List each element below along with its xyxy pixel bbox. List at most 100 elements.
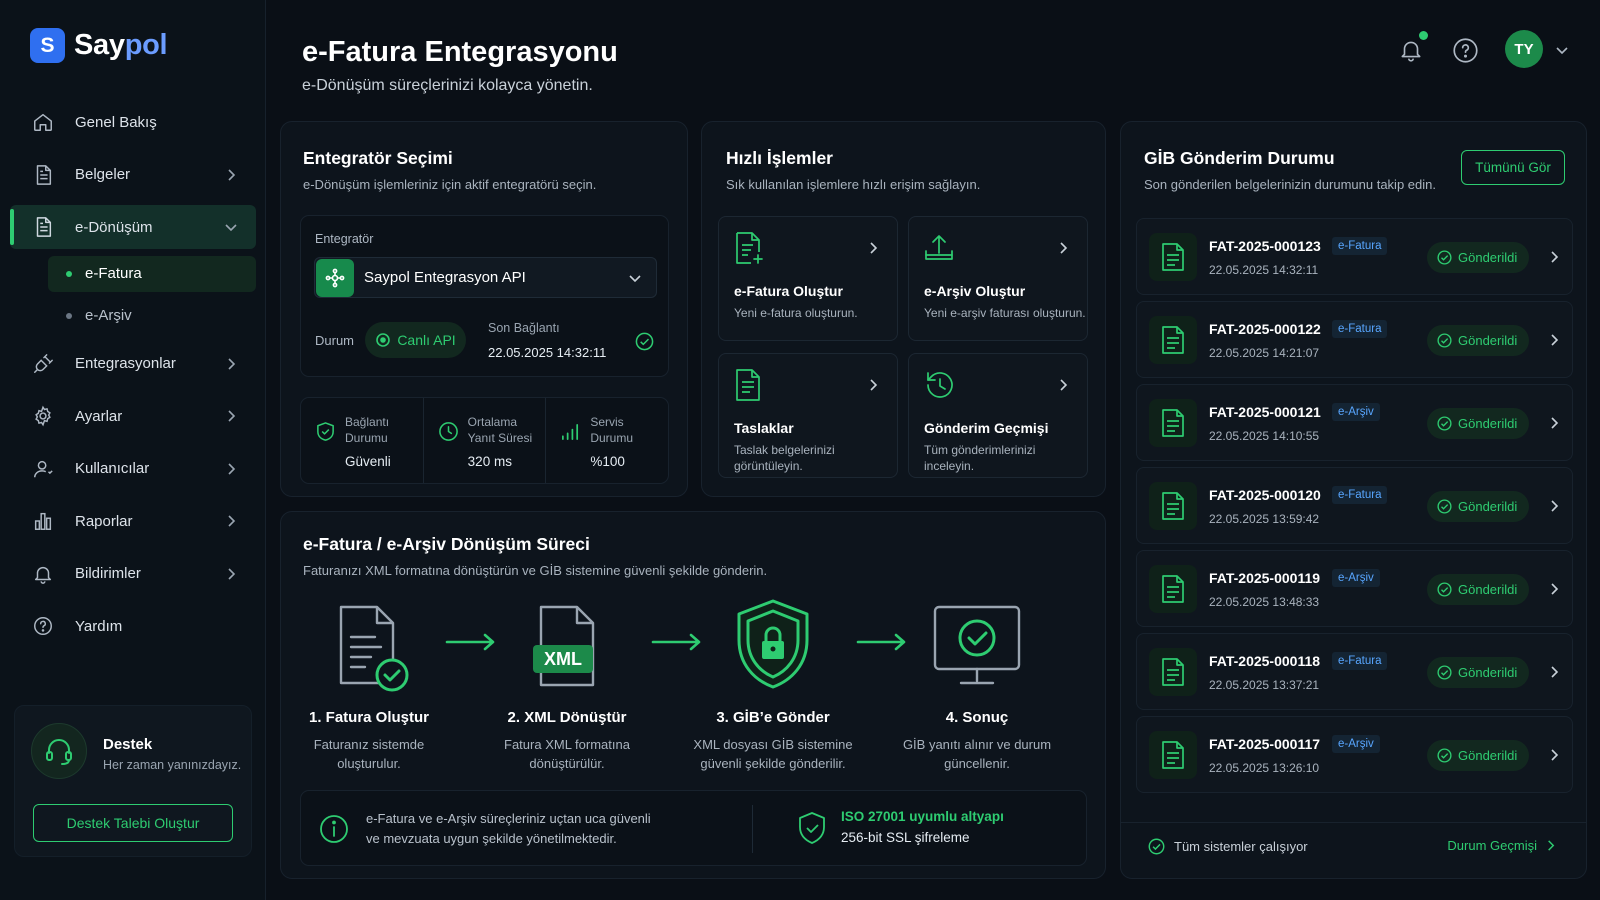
- gib-document-row[interactable]: FAT-2025-000123 e-Fatura 22.05.2025 14:32:…: [1136, 218, 1573, 295]
- gib-status-title: GİB Gönderim Durumu: [1144, 148, 1335, 168]
- sidebar: S Saypol Genel Bakış Belgeler e-Dönüşüm …: [0, 0, 266, 900]
- invoice-document-icon: [1149, 482, 1197, 530]
- status-badge: Gönderildi: [1427, 325, 1530, 356]
- process-step-subtitle: GİB yanıtı alınır ve durum güncellenir.: [882, 735, 1072, 773]
- user-avatar[interactable]: TY: [1505, 30, 1543, 68]
- integrator-select[interactable]: Saypol Entegrasyon API: [314, 257, 657, 298]
- status-badge: Gönderildi: [1427, 574, 1530, 605]
- ssl-label: 256-bit SSL şifreleme: [841, 830, 970, 845]
- clock-icon: [438, 422, 458, 441]
- sidebar-item-entegrasyonlar[interactable]: Entegrasyonlar: [10, 342, 256, 386]
- last-connection-value: 22.05.2025 14:32:11: [488, 345, 607, 360]
- chevron-right-icon: [1551, 500, 1559, 512]
- document-date: 22.05.2025 13:59:42: [1209, 512, 1320, 526]
- gear-icon: [35, 405, 51, 427]
- gib-document-row[interactable]: FAT-2025-000121 e-Arşiv 22.05.2025 14:10:5…: [1136, 384, 1573, 461]
- brand-logo[interactable]: S Saypol: [30, 28, 168, 63]
- quick-action-e-fatura-olustur[interactable]: e-Fatura Oluştur Yeni e-fatura oluşturun…: [718, 216, 898, 341]
- gib-document-row[interactable]: FAT-2025-000118 e-Fatura 22.05.2025 13:37:…: [1136, 633, 1573, 710]
- check-circle-icon: [1437, 333, 1452, 348]
- document-add-icon: [736, 232, 763, 264]
- quick-action-title: e-Arşiv Oluştur: [924, 283, 1026, 299]
- document-icon: [36, 164, 52, 185]
- quick-action-e-arsiv-olustur[interactable]: e-Arşiv Oluştur Yeni e-arşiv faturası ol…: [908, 216, 1088, 341]
- process-step-1: 1. Fatura Oluştur Faturanız sistemde oluş…: [274, 597, 464, 773]
- quick-action-subtitle: Tüm gönderimlerinizi inceleyin.: [924, 443, 1036, 473]
- sidebar-item-label: Genel Bakış: [75, 113, 157, 131]
- gib-document-row[interactable]: FAT-2025-000117 e-Arşiv 22.05.2025 13:26:1…: [1136, 716, 1573, 793]
- page-title: e-Fatura Entegrasyonu: [302, 36, 618, 68]
- help-button[interactable]: [1452, 37, 1479, 64]
- process-info-text: e-Fatura ve e-Arşiv süreçleriniz uçtan u…: [366, 809, 696, 849]
- chevron-right-icon: [228, 567, 236, 580]
- sidebar-item-label: Raporlar: [75, 512, 133, 530]
- check-circle-icon: [1437, 582, 1452, 597]
- sidebar-item-label: Ayarlar: [75, 407, 123, 425]
- signal-bars-icon: [562, 423, 579, 440]
- chevron-right-icon: [870, 242, 878, 254]
- stat-label-line1: Ortalama: [467, 415, 518, 429]
- process-info-line2: ve mevzuata uygun şekilde yönetilmektedi…: [366, 831, 617, 846]
- gib-status-subtitle: Son gönderilen belgelerinizin durumunu t…: [1144, 177, 1436, 192]
- process-step-line2: dönüştürülür.: [529, 756, 605, 771]
- sidebar-item-kullanicilar[interactable]: Kullanıcılar: [10, 447, 256, 491]
- process-info-line1: e-Fatura ve e-Arşiv süreçleriniz uçtan u…: [366, 811, 651, 826]
- document-type-badge: e-Arşiv: [1332, 735, 1380, 753]
- chevron-right-icon: [228, 515, 236, 527]
- stat-label: Bağlantı Durumu: [345, 414, 389, 446]
- document-type-badge: e-Arşiv: [1332, 569, 1380, 587]
- invoice-check-icon: [319, 597, 419, 697]
- check-circle-icon: [1437, 748, 1452, 763]
- help-icon: [34, 617, 52, 635]
- invoice-document-icon: [1149, 399, 1197, 447]
- quick-action-gonderim-gecmisi[interactable]: Gönderim Geçmişi Tüm gönderimlerinizi in…: [908, 353, 1088, 478]
- status-badge: Gönderildi: [1427, 657, 1530, 688]
- gib-document-row[interactable]: FAT-2025-000122 e-Fatura 22.05.2025 14:21:…: [1136, 301, 1573, 378]
- document-icon: [36, 217, 52, 237]
- invoice-document-icon: [1149, 233, 1197, 281]
- view-all-button[interactable]: Tümünü Gör: [1461, 150, 1565, 185]
- sidebar-item-yardim[interactable]: Yardım: [10, 604, 256, 648]
- logo-text-prefix: Say: [74, 29, 125, 61]
- process-info-panel: e-Fatura ve e-Arşiv süreçleriniz uçtan u…: [300, 790, 1087, 866]
- document-number: FAT-2025-000122: [1209, 321, 1321, 337]
- stat-service: Servis Durumu %100: [545, 398, 668, 483]
- shield-lock-icon: [723, 597, 823, 697]
- process-step-subtitle: XML dosyası GİB sistemine güvenli şekilde…: [678, 735, 868, 773]
- quick-actions-title: Hızlı İşlemler: [726, 148, 833, 168]
- gib-document-row[interactable]: FAT-2025-000120 e-Fatura 22.05.2025 13:59:…: [1136, 467, 1573, 544]
- process-step-subtitle: Faturanız sistemde oluşturulur.: [274, 735, 464, 773]
- process-step-line1: Faturanız sistemde: [313, 737, 425, 752]
- sidebar-subitem-e-arsiv[interactable]: e-Arşiv: [48, 298, 256, 334]
- status-badge-label: Canlı API: [397, 332, 456, 348]
- sidebar-item-bildirimler[interactable]: Bildirimler: [10, 552, 256, 596]
- document-type-badge: e-Fatura: [1332, 652, 1388, 670]
- sidebar-item-e-donusum[interactable]: e-Dönüşüm: [10, 205, 256, 249]
- gib-status-card: GİB Gönderim Durumu Son gönderilen belge…: [1120, 121, 1587, 879]
- notifications-button[interactable]: [1398, 31, 1428, 63]
- gib-document-row[interactable]: FAT-2025-000119 e-Arşiv 22.05.2025 13:48:3…: [1136, 550, 1573, 627]
- create-support-ticket-button[interactable]: Destek Talebi Oluştur: [33, 804, 233, 842]
- sidebar-item-ayarlar[interactable]: Ayarlar: [10, 394, 256, 438]
- sidebar-item-genel-bakis[interactable]: Genel Bakış: [10, 100, 256, 144]
- chevron-right-icon: [870, 379, 878, 391]
- sidebar-item-raporlar[interactable]: Raporlar: [10, 499, 256, 543]
- bell-icon: [34, 566, 52, 584]
- quick-action-subtitle: Taslak belgelerinizi görüntüleyin.: [734, 443, 835, 473]
- document-date: 22.05.2025 13:26:10: [1209, 761, 1320, 775]
- process-step-title: 1. Fatura Oluştur: [308, 709, 430, 726]
- process-step-3: 3. GİB’e Gönder XML dosyası GİB sistemin…: [678, 597, 868, 773]
- sidebar-item-label: e-Dönüşüm: [75, 218, 153, 236]
- status-history-link[interactable]: Durum Geçmişi: [1447, 838, 1556, 853]
- chevron-right-icon: [1551, 251, 1559, 263]
- divider: [1121, 822, 1586, 823]
- sidebar-subitem-e-fatura[interactable]: e-Fatura: [48, 255, 256, 292]
- invoice-document-icon: [1149, 316, 1197, 364]
- quick-action-taslaklar[interactable]: Taslaklar Taslak belgelerinizi görüntüle…: [718, 353, 898, 478]
- shield-check-icon: [799, 812, 825, 844]
- user-icon: [34, 460, 53, 477]
- chevron-down-icon[interactable]: [1555, 43, 1569, 57]
- stat-label: Ortalama Yanıt Süresi: [468, 414, 532, 446]
- sidebar-item-belgeler[interactable]: Belgeler: [10, 153, 256, 197]
- stat-value: Güvenli: [345, 454, 391, 469]
